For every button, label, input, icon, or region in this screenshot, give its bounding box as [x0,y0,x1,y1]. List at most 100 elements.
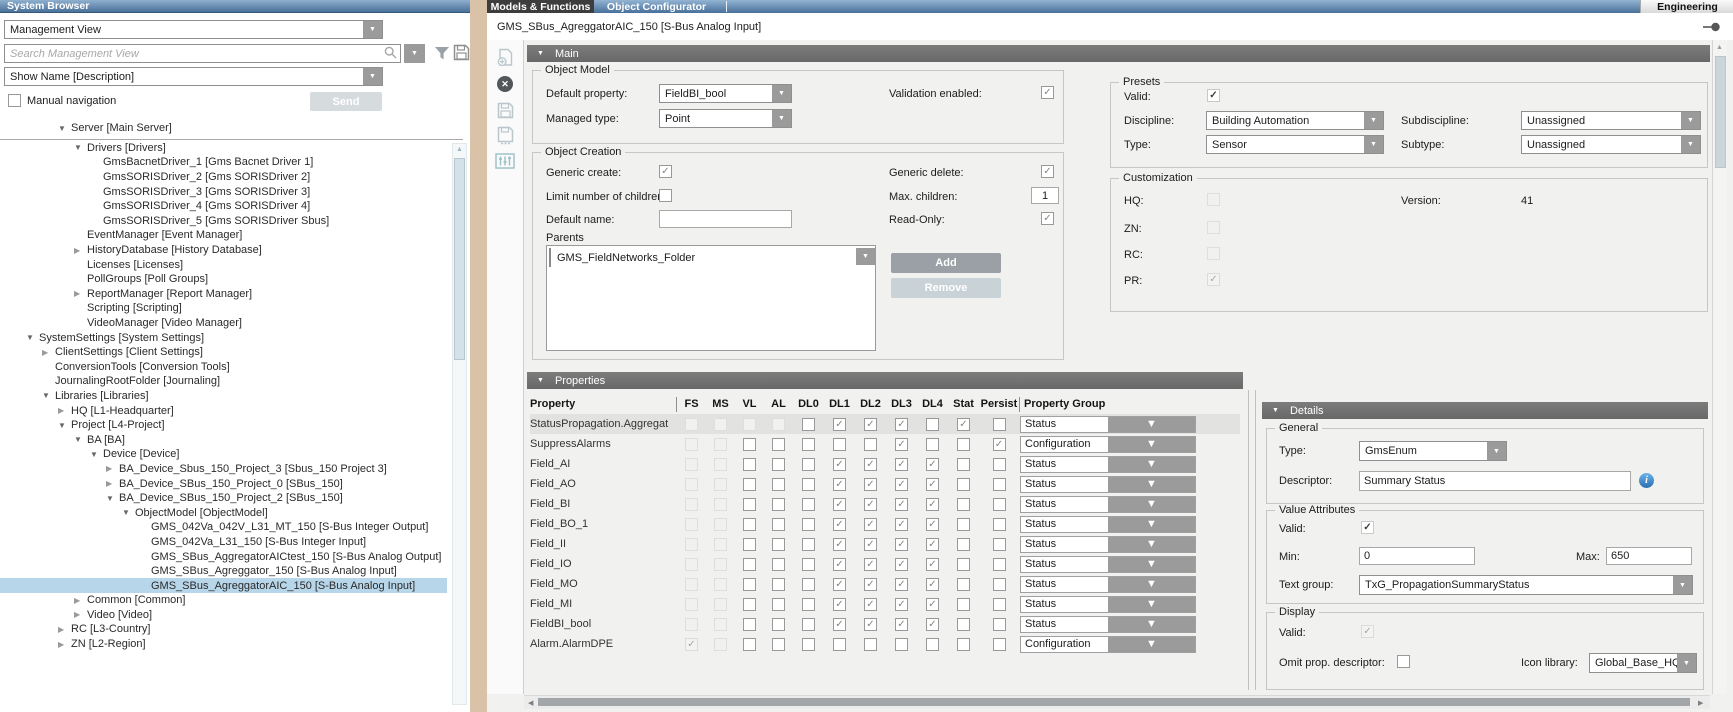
property-flag-checkbox[interactable] [743,618,756,631]
property-row[interactable]: Alarm.AlarmDPE✓Configuration▼ [530,634,1240,654]
column-header[interactable]: MS [706,398,735,410]
dropdown-arrow-icon[interactable]: ▼ [1681,112,1700,129]
details-section-header[interactable]: ▼ Details [1262,402,1708,419]
tree-item[interactable]: GmsBacnetDriver_1 [Gms Bacnet Driver 1] [0,155,447,170]
collapse-arrow-icon[interactable]: ▼ [1272,407,1279,414]
property-flag-checkbox[interactable] [743,438,756,451]
display-mode-dropdown[interactable]: Show Name [Description] ▼ [4,67,383,86]
property-flag-checkbox[interactable] [772,638,785,651]
tree-item[interactable]: GMS_042Va_L31_150 [S-Bus Integer Input] [0,535,447,550]
dropdown-arrow-icon[interactable]: ▼ [1364,136,1383,153]
property-flag-checkbox[interactable] [714,618,727,631]
dropdown-arrow-icon[interactable]: ▼ [363,68,382,85]
property-flag-checkbox[interactable] [993,458,1006,471]
dropdown-arrow-icon[interactable]: ▼ [363,21,382,38]
property-flag-checkbox[interactable] [685,538,698,551]
property-flag-checkbox[interactable] [714,518,727,531]
tree-item[interactable]: ▶HQ [L1-Headquarter] [0,403,447,418]
property-flag-checkbox[interactable] [714,498,727,511]
tree-item[interactable]: ▶HistoryDatabase [History Database] [0,243,447,258]
omit-descriptor-checkbox[interactable] [1397,655,1410,668]
property-flag-checkbox[interactable] [743,478,756,491]
property-flag-checkbox[interactable] [772,618,785,631]
property-flag-checkbox[interactable] [685,578,698,591]
expand-arrow-icon[interactable]: ▶ [58,640,71,649]
tree-item[interactable]: VideoManager [Video Manager] [0,316,447,331]
property-flag-checkbox[interactable] [714,578,727,591]
collapse-arrow-icon[interactable]: ▼ [106,494,119,503]
tree-item[interactable]: ▶ClientSettings [Client Settings] [0,345,447,360]
dropdown-arrow-icon[interactable]: ▼ [856,248,875,265]
property-group-dropdown[interactable]: Status▼ [1020,576,1196,593]
property-flag-checkbox[interactable] [685,438,698,451]
property-flag-checkbox[interactable] [743,578,756,591]
dropdown-arrow-icon[interactable]: ▼ [1487,442,1506,460]
property-flag-checkbox[interactable]: ✓ [895,538,908,551]
property-flag-checkbox[interactable]: ✓ [833,578,846,591]
property-flag-checkbox[interactable] [993,418,1006,431]
column-header[interactable]: AL [764,398,793,410]
column-header[interactable]: FS [677,398,706,410]
tab-object-configurator[interactable]: Object Configurator [594,0,719,13]
expand-arrow-icon[interactable]: ▶ [58,625,71,634]
property-flag-checkbox[interactable]: ✓ [864,618,877,631]
property-flag-checkbox[interactable] [957,578,970,591]
property-flag-checkbox[interactable] [802,598,815,611]
property-flag-checkbox[interactable]: ✓ [833,558,846,571]
property-row[interactable]: Field_BI✓✓✓✓Status▼ [530,494,1240,514]
property-flag-checkbox[interactable] [743,558,756,571]
property-flag-checkbox[interactable] [714,418,727,431]
property-flag-checkbox[interactable] [685,478,698,491]
tree-item[interactable]: GmsSORISDriver_2 [Gms SORISDriver 2] [0,170,447,185]
property-flag-checkbox[interactable] [957,598,970,611]
tree-item[interactable]: ▼SystemSettings [System Settings] [0,330,447,345]
search-icon[interactable] [384,46,397,62]
expand-arrow-icon[interactable]: ▶ [42,348,55,357]
hq-checkbox[interactable] [1207,193,1220,206]
column-header[interactable]: Persist [979,398,1019,410]
property-flag-checkbox[interactable] [957,638,970,651]
dropdown-arrow-icon[interactable]: ▼ [1108,477,1195,492]
tree-item[interactable]: Scripting [Scripting] [0,301,447,316]
pin-icon[interactable] [1703,22,1721,35]
detail-type-dropdown[interactable]: GmsEnum ▼ [1359,441,1507,461]
property-group-dropdown[interactable]: Status▼ [1020,416,1196,433]
tree-item[interactable]: ▶RC [L3-Country] [0,622,447,637]
tree-item[interactable]: PollGroups [Poll Groups] [0,272,447,287]
property-flag-checkbox[interactable] [685,598,698,611]
preset-type-dropdown[interactable]: Sensor ▼ [1206,135,1384,154]
column-header[interactable]: DL0 [793,398,824,410]
property-flag-checkbox[interactable]: ✓ [895,598,908,611]
collapse-arrow-icon[interactable]: ▼ [122,508,135,517]
search-options-arrow-icon[interactable]: ▼ [404,44,425,63]
tree-item[interactable]: Licenses [Licenses] [0,257,447,272]
property-flag-checkbox[interactable]: ✓ [864,518,877,531]
collapse-arrow-icon[interactable]: ▼ [90,450,103,459]
dropdown-arrow-icon[interactable]: ▼ [1108,577,1195,592]
column-header[interactable]: Stat [948,398,979,410]
save-all-icon[interactable] [493,124,517,146]
property-row[interactable]: FieldBI_bool✓✓✓✓Status▼ [530,614,1240,634]
min-input[interactable]: 0 [1359,547,1475,565]
property-flag-checkbox[interactable]: ✓ [864,418,877,431]
property-row[interactable]: Field_MI✓✓✓✓Status▼ [530,594,1240,614]
property-flag-checkbox[interactable] [957,618,970,631]
tree-item[interactable]: ▶Common [Common] [0,593,447,608]
property-flag-checkbox[interactable] [993,498,1006,511]
property-flag-checkbox[interactable] [993,478,1006,491]
collapse-arrow-icon[interactable]: ▼ [74,143,87,152]
property-flag-checkbox[interactable] [802,638,815,651]
property-flag-checkbox[interactable] [714,598,727,611]
collapse-arrow-icon[interactable]: ▼ [58,421,71,430]
property-flag-checkbox[interactable] [772,478,785,491]
property-flag-checkbox[interactable] [772,518,785,531]
property-flag-checkbox[interactable]: ✓ [926,458,939,471]
search-input[interactable]: Search Management View [4,44,401,63]
property-flag-checkbox[interactable] [685,618,698,631]
property-flag-checkbox[interactable] [957,558,970,571]
property-flag-checkbox[interactable]: ✓ [833,498,846,511]
property-flag-checkbox[interactable] [714,538,727,551]
engineering-mode-button[interactable]: Engineering [1640,0,1733,13]
property-flag-checkbox[interactable]: ✓ [833,618,846,631]
property-group-dropdown[interactable]: Status▼ [1020,456,1196,473]
